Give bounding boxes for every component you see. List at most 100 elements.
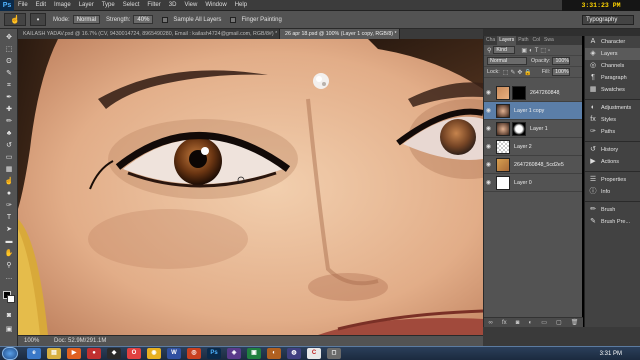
- path-select-tool-icon[interactable]: ➤: [4, 225, 14, 234]
- menu-image[interactable]: Image: [50, 0, 75, 11]
- menu-help[interactable]: Help: [231, 0, 251, 11]
- link-layers-icon[interactable]: ∞: [489, 320, 493, 326]
- opera-icon[interactable]: O: [127, 348, 141, 359]
- tab-26-apr-18[interactable]: 26 apr 18.psd @ 100% (Layer 1 copy, RGB/…: [280, 29, 400, 39]
- opacity-input[interactable]: 100%: [552, 57, 571, 65]
- type-tool-icon[interactable]: T: [4, 213, 14, 222]
- quick-select-tool-icon[interactable]: ✎: [4, 69, 14, 78]
- filter-type-icons[interactable]: ▣◐T⬚▫: [521, 47, 552, 54]
- menu-edit[interactable]: Edit: [32, 0, 50, 11]
- add-mask-icon[interactable]: ◙: [516, 320, 520, 326]
- smudge-tool-preset[interactable]: ☝: [4, 13, 26, 26]
- more-tools-icon[interactable]: …: [4, 273, 14, 282]
- marquee-tool-icon[interactable]: ⬚: [4, 45, 14, 54]
- finger-painting-checkbox[interactable]: [230, 16, 237, 23]
- photoshop-icon[interactable]: Ps: [207, 348, 221, 359]
- eye-icon[interactable]: ◉: [484, 89, 493, 96]
- new-group-icon[interactable]: ▭: [541, 319, 547, 326]
- dock-layers[interactable]: ◈ Layers: [585, 48, 640, 60]
- layer-row[interactable]: ◉ 2647260848_...: [484, 84, 582, 102]
- crop-tool-icon[interactable]: ⌗: [4, 81, 14, 90]
- app-icon[interactable]: ◐: [267, 348, 281, 359]
- layer-row[interactable]: ◉ Layer 1 copy: [484, 102, 582, 120]
- tray-clock[interactable]: 3:31 PM: [600, 347, 622, 360]
- eye-icon[interactable]: ◉: [484, 179, 493, 186]
- new-layer-icon[interactable]: ▢: [556, 319, 562, 326]
- layer-row[interactable]: ◉ Layer 0: [484, 174, 582, 192]
- smudge-tool-icon[interactable]: ☝: [4, 177, 14, 186]
- tab-color[interactable]: Col: [531, 36, 543, 45]
- menu-view[interactable]: View: [180, 0, 201, 11]
- app-icon[interactable]: ●: [87, 348, 101, 359]
- fx-icon[interactable]: fx: [502, 320, 507, 326]
- lock-icons[interactable]: ⬚✎✥🔒: [503, 69, 534, 76]
- dock-swatches[interactable]: ▦ Swatches: [585, 84, 640, 96]
- move-tool-icon[interactable]: ✥: [4, 33, 14, 42]
- app-icon[interactable]: ◍: [287, 348, 301, 359]
- menu-type[interactable]: Type: [98, 0, 119, 11]
- tab-paths[interactable]: Path: [516, 36, 530, 45]
- strength-input[interactable]: 40%: [133, 15, 154, 24]
- dock-actions[interactable]: ▶ Actions: [585, 156, 640, 168]
- gradient-tool-icon[interactable]: ▦: [4, 165, 14, 174]
- eye-icon[interactable]: ◉: [484, 161, 493, 168]
- dock-history[interactable]: ↺ History: [585, 144, 640, 156]
- app-icon[interactable]: ◻: [327, 348, 341, 359]
- trash-icon[interactable]: 🗑: [571, 319, 579, 326]
- eraser-tool-icon[interactable]: ▭: [4, 153, 14, 162]
- menu-window[interactable]: Window: [201, 0, 230, 11]
- menu-layer[interactable]: Layer: [75, 0, 98, 11]
- eyedropper-tool-icon[interactable]: ✒: [4, 93, 14, 102]
- blend-mode-select[interactable]: Normal: [487, 57, 527, 65]
- menu-3d[interactable]: 3D: [165, 0, 181, 11]
- hand-tool-icon[interactable]: ✋: [4, 249, 14, 258]
- dock-character[interactable]: A Character: [585, 36, 640, 48]
- app-icon[interactable]: ◈: [227, 348, 241, 359]
- shape-tool-icon[interactable]: ▬: [4, 237, 14, 246]
- dock-paragraph[interactable]: ¶ Paragraph: [585, 72, 640, 84]
- app-icon[interactable]: C: [307, 348, 321, 359]
- eye-icon[interactable]: ◉: [484, 125, 493, 132]
- pen-tool-icon[interactable]: ✑: [4, 201, 14, 210]
- history-brush-tool-icon[interactable]: ↺: [4, 141, 14, 150]
- menu-file[interactable]: File: [14, 0, 32, 11]
- menu-select[interactable]: Select: [119, 0, 144, 11]
- dock-brush[interactable]: ✏ Brush: [585, 204, 640, 216]
- healing-brush-tool-icon[interactable]: ✚: [4, 105, 14, 114]
- dock-styles[interactable]: fx Styles: [585, 114, 640, 126]
- media-player-icon[interactable]: ▶: [67, 348, 81, 359]
- lasso-tool-icon[interactable]: ʘ: [4, 57, 14, 66]
- chrome-icon[interactable]: ◉: [147, 348, 161, 359]
- workspace-select[interactable]: Typography: [582, 15, 634, 25]
- tab-kailash-yadav[interactable]: KAILASH YADAV.psd @ 16.7% (CV, 943001472…: [18, 29, 280, 39]
- dock-channels[interactable]: ◎ Channels: [585, 60, 640, 72]
- eye-icon[interactable]: ◉: [484, 107, 493, 114]
- canvas[interactable]: [18, 39, 483, 335]
- zoom-level[interactable]: 100%: [24, 338, 54, 344]
- brush-tool-icon[interactable]: ✏: [4, 117, 14, 126]
- clone-stamp-tool-icon[interactable]: ♣: [4, 129, 14, 138]
- brush-preset-picker[interactable]: •: [30, 13, 46, 26]
- dock-brush-presets[interactable]: ✎ Brush Pre...: [585, 216, 640, 228]
- eye-icon[interactable]: ◉: [484, 143, 493, 150]
- background-color-swatch[interactable]: [7, 295, 15, 303]
- dodge-tool-icon[interactable]: ●: [4, 189, 14, 198]
- tab-swatches[interactable]: Swa: [542, 36, 556, 45]
- dock-adjustments[interactable]: ◐ Adjustments: [585, 102, 640, 114]
- dock-info[interactable]: ⓘ Info: [585, 186, 640, 198]
- adjustment-layer-icon[interactable]: ◐: [528, 320, 532, 326]
- layer-filter-kind[interactable]: Kind: [493, 46, 516, 54]
- start-button[interactable]: [2, 347, 18, 360]
- tab-layers[interactable]: Layers: [497, 36, 517, 45]
- menu-filter[interactable]: Filter: [143, 0, 164, 11]
- tab-channels[interactable]: Cha: [484, 36, 497, 45]
- ie-icon[interactable]: e: [27, 348, 41, 359]
- app-icon[interactable]: ◎: [187, 348, 201, 359]
- app-icon[interactable]: ▣: [247, 348, 261, 359]
- quick-mask-icon[interactable]: ◙: [4, 311, 14, 320]
- word-icon[interactable]: W: [167, 348, 181, 359]
- dock-paths[interactable]: ✑ Paths: [585, 126, 640, 138]
- screen-mode-icon[interactable]: ▣: [4, 325, 14, 334]
- app-icon[interactable]: ◆: [107, 348, 121, 359]
- layer-row[interactable]: ◉ Layer 2: [484, 138, 582, 156]
